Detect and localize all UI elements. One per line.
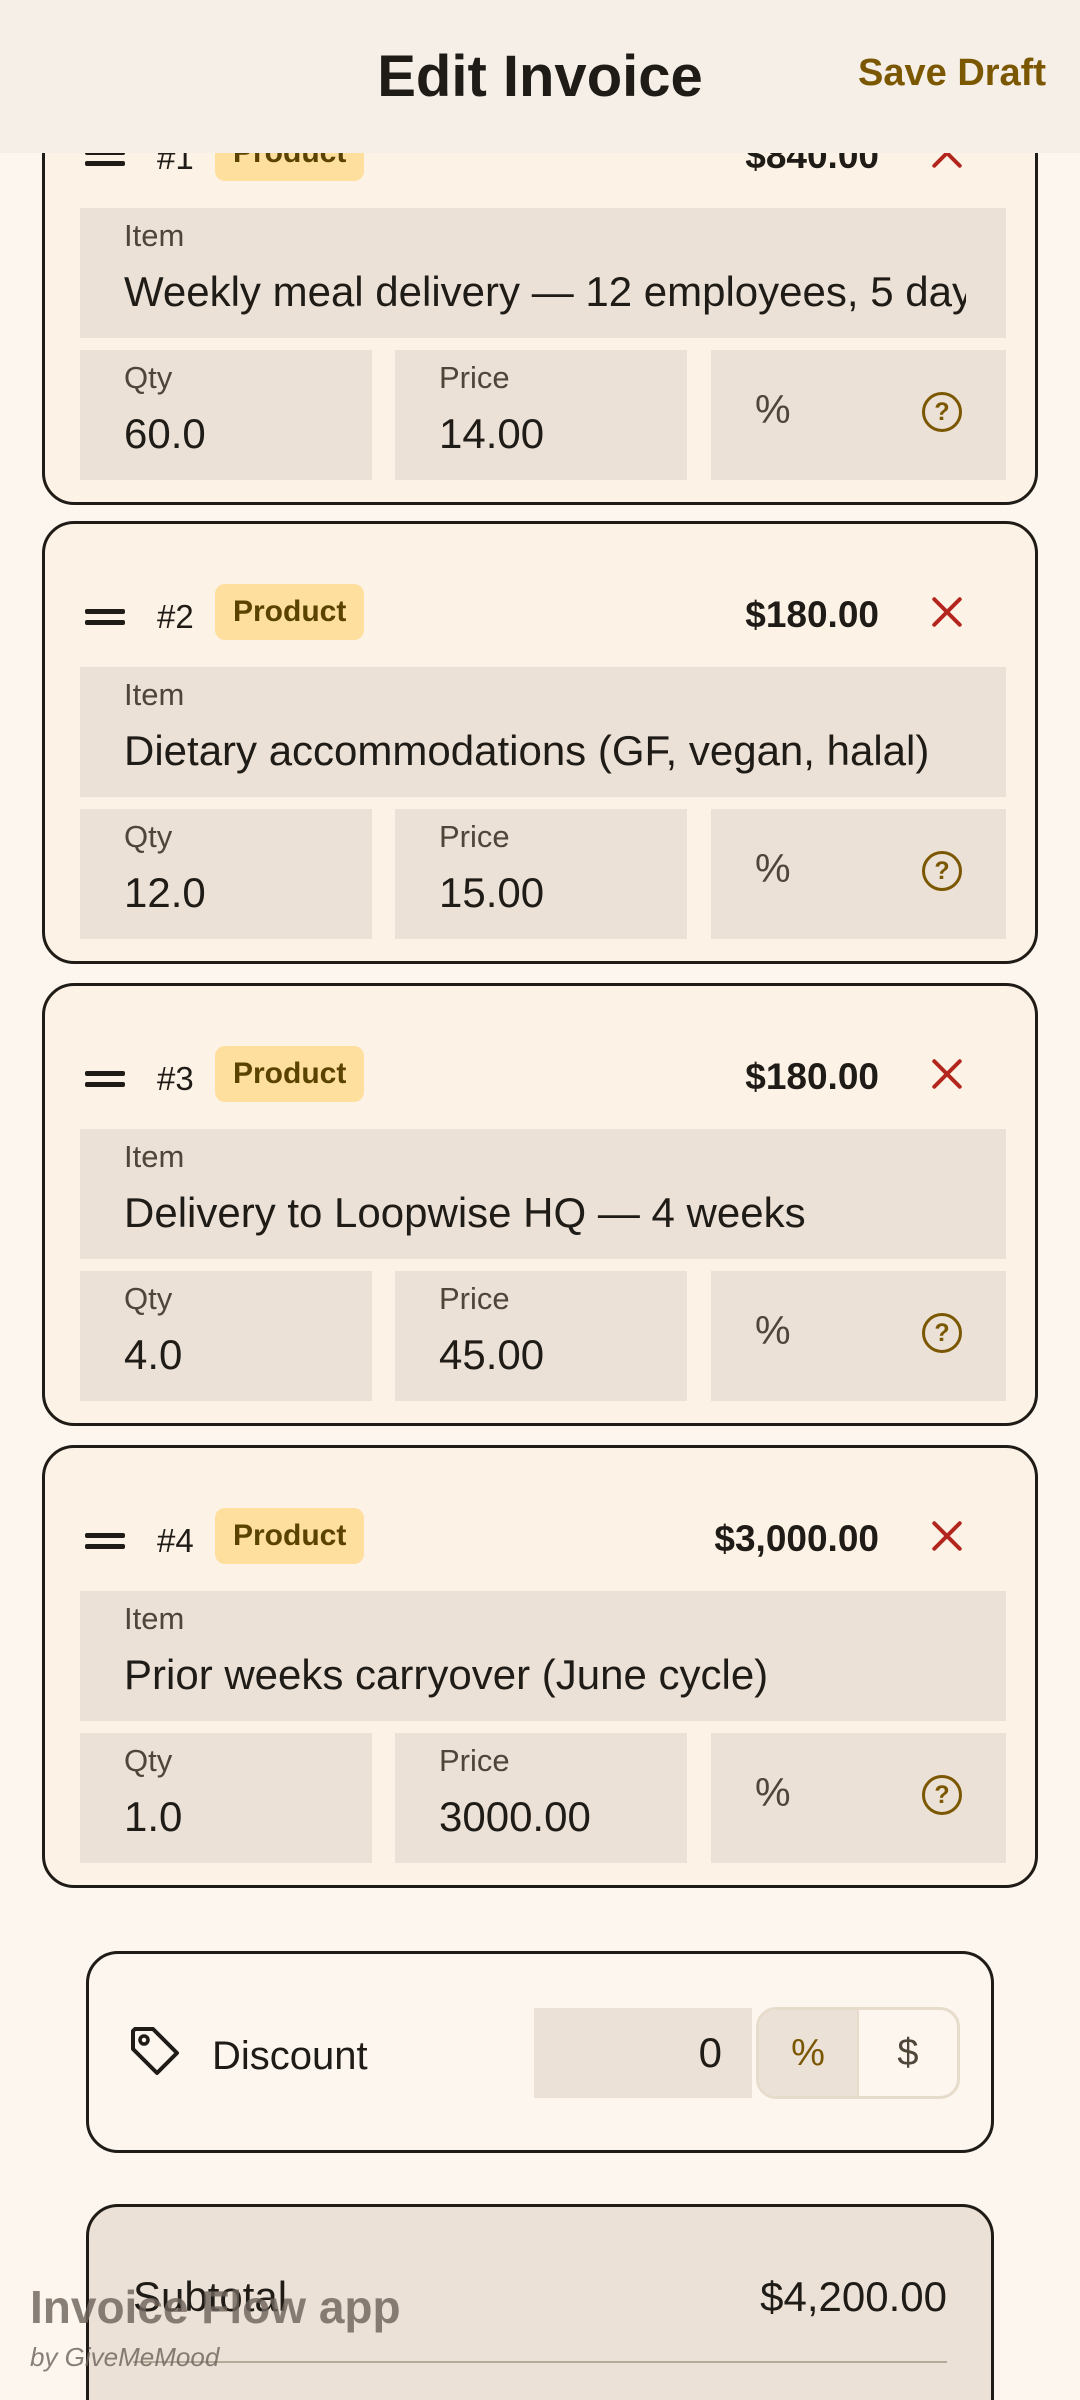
- line-item-number: #4: [157, 1522, 194, 1559]
- item-field-label: Item: [124, 677, 185, 712]
- price-field[interactable]: Price 45.00: [395, 1271, 687, 1401]
- qty-field-value[interactable]: 60.0: [124, 410, 332, 460]
- price-field-value[interactable]: 15.00: [439, 869, 647, 919]
- item-field-value[interactable]: Weekly meal delivery — 12 employees, 5 d…: [124, 268, 966, 318]
- percent-symbol: %: [755, 1309, 791, 1353]
- tag-icon: [131, 2027, 179, 2075]
- item-type-badge[interactable]: Product: [215, 1508, 365, 1564]
- line-discount-field[interactable]: % ?: [711, 1271, 1006, 1401]
- qty-field-value[interactable]: 12.0: [124, 869, 332, 919]
- help-circle-icon[interactable]: ?: [922, 851, 962, 891]
- qty-field-label: Qty: [124, 1281, 173, 1316]
- qty-field-label: Qty: [124, 1743, 173, 1778]
- item-field-value[interactable]: Dietary accommodations (GF, vegan, halal…: [124, 727, 966, 777]
- price-field-label: Price: [439, 819, 510, 854]
- qty-field-label: Qty: [124, 819, 173, 854]
- line-item-header: #4 Product $3,000.00: [45, 1508, 1035, 1572]
- item-field-label: Item: [124, 218, 185, 253]
- app-header: Edit Invoice Save Draft: [0, 0, 1080, 153]
- save-draft-button[interactable]: Save Draft: [858, 52, 1046, 95]
- remove-item-button[interactable]: [927, 592, 967, 632]
- watermark-subtitle: by GiveMeMood: [30, 2342, 220, 2372]
- price-field-label: Price: [439, 1743, 510, 1778]
- price-field-label: Price: [439, 1281, 510, 1316]
- price-field[interactable]: Price 15.00: [395, 809, 687, 939]
- discount-input[interactable]: 0: [534, 2008, 752, 2098]
- item-field-label: Item: [124, 1139, 185, 1174]
- line-item-number: #3: [157, 1060, 194, 1097]
- page: Edit Invoice Save Draft #1 Product $840.…: [0, 0, 1080, 2400]
- item-field-label: Item: [124, 1601, 185, 1636]
- item-type-badge[interactable]: Product: [215, 584, 365, 640]
- price-field-value[interactable]: 14.00: [439, 410, 647, 460]
- price-field-value[interactable]: 3000.00: [439, 1793, 647, 1843]
- qty-field[interactable]: Qty 1.0: [80, 1733, 372, 1863]
- line-item-header: #2 Product $180.00: [45, 584, 1035, 648]
- qty-field-label: Qty: [124, 360, 173, 395]
- discount-label: Discount: [212, 2034, 368, 2078]
- drag-handle-icon[interactable]: [85, 609, 125, 625]
- line-discount-field[interactable]: % ?: [711, 1733, 1006, 1863]
- line-item-card: #2 Product $180.00 Item Dietary accommod…: [42, 521, 1038, 964]
- qty-field[interactable]: Qty 12.0: [80, 809, 372, 939]
- qty-field-value[interactable]: 1.0: [124, 1793, 332, 1843]
- line-discount-field[interactable]: % ?: [711, 809, 1006, 939]
- price-field-value[interactable]: 45.00: [439, 1331, 647, 1381]
- remove-item-button[interactable]: [927, 1516, 967, 1556]
- item-type-badge[interactable]: Product: [215, 1046, 365, 1102]
- line-item-number: #2: [157, 598, 194, 635]
- help-circle-icon[interactable]: ?: [922, 392, 962, 432]
- drag-handle-icon[interactable]: [85, 1071, 125, 1087]
- item-description-field[interactable]: Item Dietary accommodations (GF, vegan, …: [80, 667, 1006, 797]
- help-circle-icon[interactable]: ?: [922, 1775, 962, 1815]
- price-field[interactable]: Price 3000.00: [395, 1733, 687, 1863]
- item-field-value[interactable]: Delivery to Loopwise HQ — 4 weeks: [124, 1189, 966, 1239]
- page-title: Edit Invoice: [377, 44, 703, 109]
- line-item-header: #3 Product $180.00: [45, 1046, 1035, 1110]
- discount-mode-toggle: % $: [756, 2007, 960, 2099]
- line-item-amount: $180.00: [745, 1056, 879, 1097]
- subtotal-value: $4,200.00: [760, 2273, 947, 2320]
- watermark-title: Invoice Flow app: [30, 2281, 401, 2333]
- percent-symbol: %: [755, 847, 791, 891]
- item-description-field[interactable]: Item Weekly meal delivery — 12 employees…: [80, 208, 1006, 338]
- item-field-value[interactable]: Prior weeks carryover (June cycle): [124, 1651, 966, 1701]
- drag-handle-icon[interactable]: [85, 1533, 125, 1549]
- line-item-card: #4 Product $3,000.00 Item Prior weeks ca…: [42, 1445, 1038, 1888]
- discount-mode-dollar[interactable]: $: [859, 2010, 957, 2096]
- discount-mode-percent[interactable]: %: [759, 2010, 859, 2096]
- app-watermark: Invoice Flow app by GiveMeMood: [30, 2280, 401, 2373]
- help-circle-icon[interactable]: ?: [922, 1313, 962, 1353]
- remove-item-button[interactable]: [927, 1054, 967, 1094]
- percent-symbol: %: [755, 1771, 791, 1815]
- item-description-field[interactable]: Item Prior weeks carryover (June cycle): [80, 1591, 1006, 1721]
- qty-field[interactable]: Qty 60.0: [80, 350, 372, 480]
- line-item-card: #3 Product $180.00 Item Delivery to Loop…: [42, 983, 1038, 1426]
- line-item-amount: $3,000.00: [714, 1518, 879, 1559]
- discount-card: Discount 0 % $: [86, 1951, 994, 2153]
- percent-symbol: %: [755, 388, 791, 432]
- price-field[interactable]: Price 14.00: [395, 350, 687, 480]
- line-discount-field[interactable]: % ?: [711, 350, 1006, 480]
- qty-field-value[interactable]: 4.0: [124, 1331, 332, 1381]
- item-description-field[interactable]: Item Delivery to Loopwise HQ — 4 weeks: [80, 1129, 1006, 1259]
- qty-field[interactable]: Qty 4.0: [80, 1271, 372, 1401]
- price-field-label: Price: [439, 360, 510, 395]
- line-item-amount: $180.00: [745, 594, 879, 635]
